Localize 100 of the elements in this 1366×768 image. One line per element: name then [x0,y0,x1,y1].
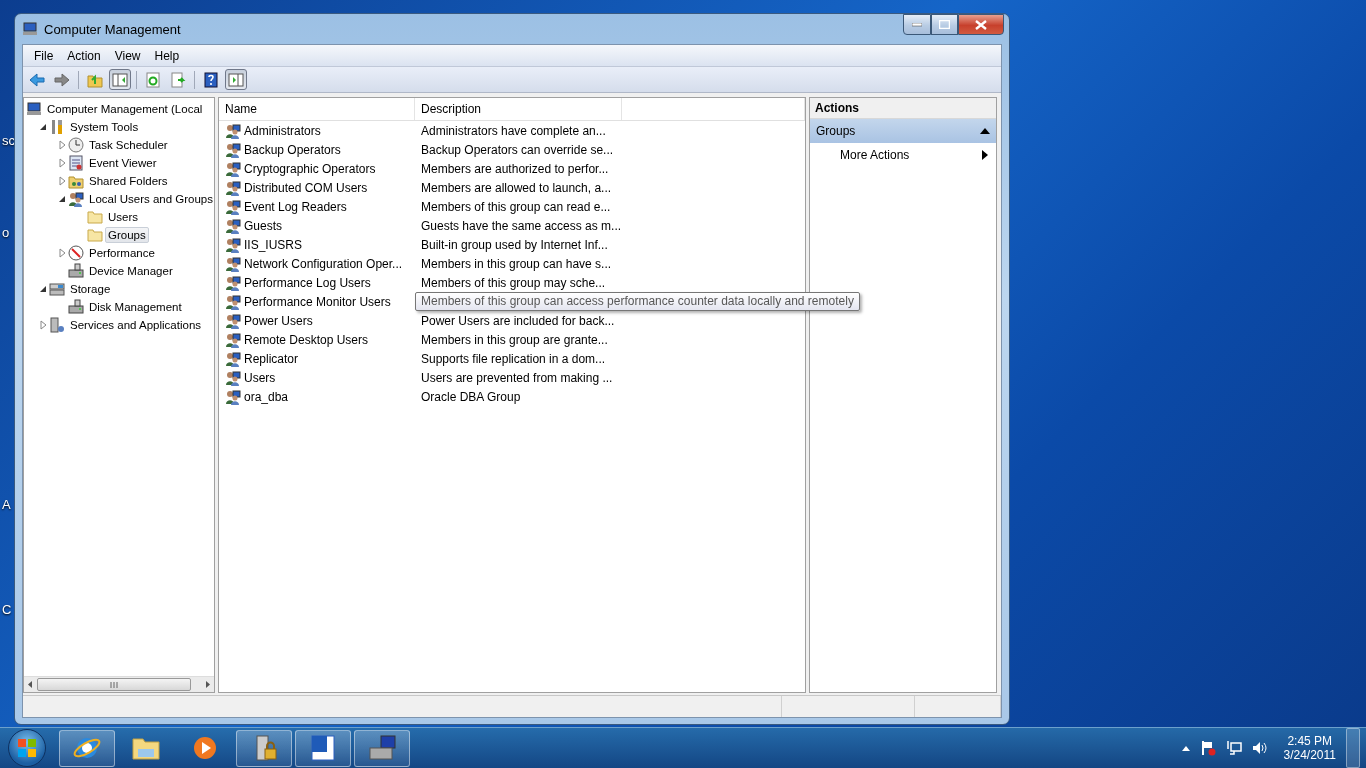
tree-item[interactable]: System Tools [67,119,142,135]
expand-arrow-icon[interactable] [37,319,49,331]
expand-arrow-icon[interactable] [56,175,68,187]
tree-item[interactable]: Shared Folders [86,173,171,189]
minimize-button[interactable] [903,14,931,35]
computer-icon [26,101,42,117]
users-icon [225,217,241,234]
tree-item[interactable]: Users [105,209,142,225]
services-icon [49,317,65,333]
users-icon [225,198,241,215]
group-name[interactable]: Backup Operators [244,142,341,157]
users-icon [225,331,241,348]
group-name[interactable]: Cryptographic Operators [244,161,376,176]
horizontal-scrollbar[interactable] [24,676,214,692]
show-hidden-icons-icon [1181,745,1190,751]
word-document-icon [308,733,338,763]
actions-section[interactable]: Groups [810,119,996,143]
group-description: Administrators have complete an... [421,123,606,138]
users-icon [225,312,241,329]
group-name[interactable]: Replicator [244,351,299,366]
maximize-button[interactable] [931,14,958,35]
group-description: Supports file replication in a dom... [421,351,606,366]
desktop-icon-label: C [2,602,12,617]
toolbar-button[interactable] [225,69,247,90]
desktop-icon-label: o [2,225,10,240]
tree-item[interactable]: Groups [105,227,149,243]
computer-management-icon [367,733,397,763]
tree-item[interactable]: Task Scheduler [86,137,171,153]
refresh-icon [145,71,161,88]
clock-time[interactable]: 2:45 PM [1287,734,1333,748]
group-name[interactable]: Guests [244,218,282,233]
menu-item[interactable]: Help [147,48,187,63]
taskbar-button[interactable] [295,729,351,767]
expand-arrow-icon[interactable] [56,139,68,151]
desktop-icon-label: sc [2,133,15,148]
users-icon [225,179,241,196]
tree-item[interactable]: Computer Management (Local [44,101,206,117]
tree-pane-icon [112,71,128,88]
taskbar-button[interactable] [354,729,410,767]
computer-icon [22,21,38,37]
action-item[interactable]: More Actions [810,143,996,167]
storage-icon [49,281,65,297]
grip-icon [110,681,118,688]
tree-item[interactable]: Performance [86,245,158,261]
group-name[interactable]: Users [244,370,276,385]
taskbar-button[interactable] [236,729,292,767]
menu-item[interactable]: View [107,48,148,63]
start-button[interactable] [8,729,46,767]
users-icon [225,274,241,291]
tree-item[interactable]: Local Users and Groups [86,191,214,207]
tree-item[interactable]: Services and Applications [67,317,205,333]
group-description: Members in this group are grante... [421,332,608,347]
group-name[interactable]: Administrators [244,123,321,138]
clock-date[interactable]: 3/24/2011 [1283,748,1336,762]
scroll-left-icon[interactable] [26,680,35,689]
users-icon [225,388,241,405]
tools-icon [49,119,65,135]
group-name[interactable]: Performance Monitor Users [244,294,391,309]
group-name[interactable]: Remote Desktop Users [244,332,369,347]
users-icon [225,160,241,177]
group-name[interactable]: Performance Log Users [244,275,371,290]
group-description: Members in this group can have s... [421,256,612,271]
group-description: Backup Operators can override se... [421,142,614,157]
folder-icon [87,209,103,225]
group-name[interactable]: Event Log Readers [244,199,347,214]
group-description: Power Users are included for back... [421,313,615,328]
shared-folder-icon [68,173,84,189]
scroll-right-icon[interactable] [203,680,212,689]
actions-title: Actions [810,98,996,119]
expand-arrow-icon[interactable] [56,247,68,259]
desktop-icon-label: A [2,497,11,512]
submenu-arrow-icon [982,150,988,160]
forward-arrow-icon [54,71,70,88]
volume-icon [1251,740,1268,756]
export-icon [170,71,186,88]
group-name[interactable]: Power Users [244,313,313,328]
toolbar-button[interactable] [109,69,131,90]
close-button[interactable] [958,14,1004,35]
group-name[interactable]: ora_dba [244,389,289,404]
device-icon [68,299,84,315]
expand-arrow-icon[interactable] [56,157,68,169]
tree-item[interactable]: Event Viewer [86,155,160,171]
users-icon [68,191,84,207]
tree-item[interactable]: Storage [67,281,114,297]
group-name[interactable]: Network Configuration Oper... [244,256,403,271]
menu-item[interactable]: File [27,48,61,63]
group-description: Members are allowed to launch, a... [421,180,612,195]
tooltip: Members of this group can access performance counter data locally and remotely [415,291,860,311]
menu-item[interactable]: Action [60,48,108,63]
tree-item[interactable]: Disk Management [86,299,185,315]
clock-icon [68,137,84,153]
users-icon [225,122,241,139]
users-icon [225,141,241,158]
flag-icon [1199,740,1216,756]
tree-item[interactable]: Device Manager [86,263,176,279]
show-desktop-button[interactable] [1346,728,1360,768]
minimize-icon [912,22,922,27]
group-name[interactable]: Distributed COM Users [244,180,368,195]
group-name[interactable]: IIS_IUSRS [244,237,303,252]
taskbar-button[interactable] [59,729,115,767]
